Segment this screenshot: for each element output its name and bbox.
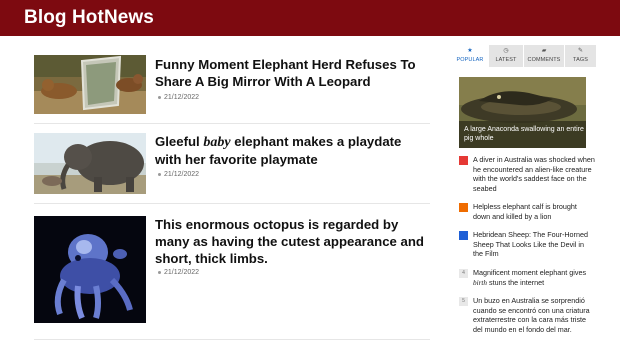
popular-item[interactable]: 4 Magnificent moment elephant gives birt… (459, 268, 594, 290)
popular-item[interactable]: 3 Hebridean Sheep: The Four-Horned Sheep… (459, 230, 594, 260)
popular-item[interactable]: 5 Un buzo en Australia se sorprendió cua… (459, 296, 594, 342)
divider (34, 339, 430, 340)
leopard-mirror-image (34, 55, 146, 114)
popular-item[interactable]: 1 A diver in Australia was shocked when … (459, 155, 595, 199)
popular-item[interactable]: 2 Helpless elephant calf is brought down… (459, 202, 594, 222)
comments-icon: ▰ (541, 48, 547, 54)
article-card: This enormous octopus is regarded by man… (34, 216, 430, 324)
sidebar-tabs: ★ POPULAR ◷ LATEST ▰ COMMENTS ✎ TAGS (452, 45, 596, 67)
rank-badge: 2 (459, 203, 468, 212)
tab-latest[interactable]: ◷ LATEST (489, 45, 523, 67)
popular-item-text: Hebridean Sheep: The Four-Horned Sheep T… (473, 230, 588, 259)
featured-post[interactable]: A large Anaconda swallowing an entire pi… (459, 77, 586, 148)
divider (34, 123, 430, 124)
clock-icon: ◷ (503, 48, 509, 54)
article-card: Funny Moment Elephant Herd Refuses To Sh… (34, 55, 430, 115)
article-thumbnail[interactable] (34, 55, 146, 114)
star-icon: ★ (467, 48, 473, 54)
divider (34, 203, 430, 204)
article-card: Gleeful baby elephant makes a playdate w… (34, 133, 430, 195)
octopus-image (34, 216, 146, 323)
article-title[interactable]: This enormous octopus is regarded by man… (155, 216, 427, 267)
tag-icon: ✎ (577, 48, 584, 54)
rank-badge: 4 (459, 269, 468, 278)
popular-item-text: Magnificent moment elephant gives birth … (473, 268, 587, 287)
featured-caption: A large Anaconda swallowing an entire pi… (464, 126, 584, 142)
article-thumbnail[interactable] (34, 133, 146, 194)
tab-comments[interactable]: ▰ COMMENTS (524, 45, 564, 67)
bullet-icon (158, 172, 161, 176)
rank-badge: 1 (459, 156, 468, 165)
bullet-icon (158, 270, 161, 274)
article-date: 21/12/2022 (158, 171, 199, 178)
rank-badge: 5 (459, 297, 468, 306)
bullet-icon (158, 95, 161, 99)
popular-item-text: A diver in Australia was shocked when he… (473, 155, 595, 193)
article-date: 21/12/2022 (158, 269, 199, 276)
popular-item-text: Helpless elephant calf is brought down a… (473, 202, 577, 221)
site-logo-text[interactable]: Blog HotNews (24, 7, 154, 29)
article-thumbnail[interactable] (34, 216, 146, 323)
rank-badge: 3 (459, 231, 468, 240)
baby-elephant-image (34, 133, 146, 194)
tab-popular[interactable]: ★ POPULAR (452, 45, 488, 67)
article-title[interactable]: Gleeful baby elephant makes a playdate w… (155, 133, 427, 168)
site-header: Blog HotNews (0, 0, 620, 36)
article-title[interactable]: Funny Moment Elephant Herd Refuses To Sh… (155, 56, 427, 90)
tab-tags[interactable]: ✎ TAGS (565, 45, 596, 67)
popular-item-text: Un buzo en Australia se sorprendió cuand… (473, 296, 590, 334)
article-date: 21/12/2022 (158, 94, 199, 101)
